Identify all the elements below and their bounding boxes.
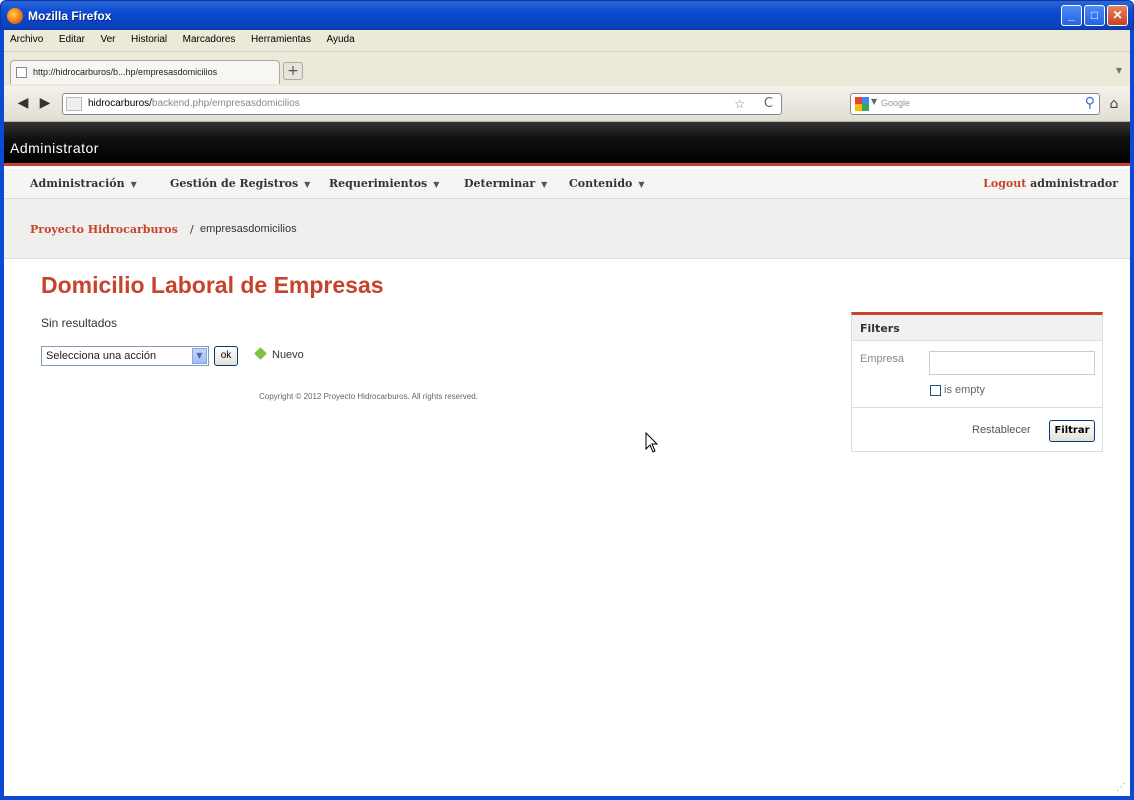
url-path: backend.php/empresasdomicilios (151, 98, 300, 109)
url-host: hidrocarburos/ (88, 98, 152, 109)
nav-label: Requerimientos (329, 177, 428, 190)
filter-submit-button[interactable]: Filtrar (1049, 420, 1095, 442)
mouse-cursor-icon (645, 432, 659, 453)
chevron-down-icon: ▼ (638, 179, 645, 189)
nav-administracion[interactable]: Administración ▼ (30, 177, 137, 190)
filters-title: Filters (860, 322, 900, 335)
chevron-down-icon[interactable]: ▼ (192, 348, 207, 364)
admin-title: Administrator (10, 140, 99, 156)
copyright-text: Copyright © 2012 Proyecto Hidrocarburos.… (259, 392, 478, 401)
nav-label: Administración (30, 177, 125, 190)
batch-action-select[interactable]: Selecciona una acción ▼ (41, 346, 209, 366)
new-tab-button[interactable]: + (283, 62, 303, 80)
search-icon[interactable]: ⚲ (1085, 95, 1095, 111)
new-record-link[interactable]: Nuevo (254, 347, 304, 361)
menu-archivo[interactable]: Archivo (4, 30, 49, 45)
tab-strip: http://hidrocarburos/b...hp/empresasdomi… (4, 52, 1130, 86)
window-title: Mozilla Firefox (28, 9, 112, 23)
search-placeholder: Google (881, 98, 911, 108)
navigation-toolbar: ◀ ▶ hidrocarburos/backend.php/empresasdo… (4, 86, 1130, 122)
nav-determinar[interactable]: Determinar ▼ (464, 177, 547, 190)
page-favicon-icon (16, 67, 27, 78)
empresa-field[interactable] (929, 351, 1095, 375)
chevron-down-icon: ▼ (304, 179, 311, 189)
menu-editar[interactable]: Editar (53, 30, 91, 45)
maximize-button[interactable]: □ (1084, 5, 1105, 26)
minimize-button[interactable]: _ (1061, 5, 1082, 26)
nav-requerimientos[interactable]: Requerimientos ▼ (329, 177, 439, 190)
current-user: administrador (1030, 177, 1118, 190)
menu-herramientas[interactable]: Herramientas (245, 30, 317, 45)
nav-label: Contenido (569, 177, 633, 190)
window-frame-bottom (0, 796, 1134, 800)
add-icon (254, 347, 267, 360)
engine-dropdown-icon[interactable]: ▼ (871, 97, 877, 106)
chevron-down-icon: ▼ (433, 179, 440, 189)
menu-ver[interactable]: Ver (94, 30, 121, 45)
page-content: Administrator Administración ▼ Gestión de… (4, 122, 1130, 796)
forward-button[interactable]: ▶ (36, 93, 54, 115)
no-results-message: Sin resultados (41, 316, 118, 330)
admin-header: Administrator (4, 122, 1130, 166)
breadcrumb-root-link[interactable]: Proyecto Hidrocarburos (30, 223, 178, 236)
chevron-down-icon: ▼ (541, 179, 548, 189)
page-title: Domicilio Laboral de Empresas (41, 272, 384, 298)
breadcrumb: Proyecto Hidrocarburos / empresasdomicil… (4, 199, 1130, 259)
filters-header: Filters (852, 315, 1102, 341)
filters-footer: Restablecer Filtrar (852, 407, 1102, 451)
logout-area: Logout administrador (983, 177, 1118, 190)
reload-icon[interactable]: C (764, 96, 773, 111)
firefox-icon (7, 8, 23, 24)
google-engine-icon[interactable] (855, 97, 869, 111)
tab-empresasdomicilios[interactable]: http://hidrocarburos/b...hp/empresasdomi… (10, 60, 280, 84)
tab-list-arrow-icon[interactable]: ▼ (1116, 66, 1122, 75)
url-bar[interactable]: hidrocarburos/backend.php/empresasdomici… (62, 93, 782, 115)
nav-label: Determinar (464, 177, 536, 190)
batch-action-value: Selecciona una acción (46, 350, 157, 362)
home-button[interactable]: ⌂ (1104, 94, 1124, 114)
main-navigation: Administración ▼ Gestión de Registros ▼ Re… (4, 169, 1130, 199)
close-button[interactable]: ✕ (1107, 5, 1128, 26)
batch-ok-button[interactable]: ok (214, 346, 238, 366)
menu-historial[interactable]: Historial (125, 30, 173, 45)
tab-label: http://hidrocarburos/b...hp/empresasdomi… (33, 67, 218, 77)
window-frame-right (1130, 30, 1134, 800)
menubar: Archivo Editar Ver Historial Marcadores … (4, 30, 1130, 52)
nav-contenido[interactable]: Contenido ▼ (569, 177, 645, 190)
back-button[interactable]: ◀ (12, 93, 34, 115)
site-identity-icon[interactable] (66, 97, 82, 111)
url-text[interactable]: hidrocarburos/backend.php/empresasdomici… (88, 98, 300, 109)
resize-grip-icon[interactable]: ⋰ (1116, 782, 1128, 794)
menu-ayuda[interactable]: Ayuda (320, 30, 360, 45)
search-bar[interactable]: ▼ Google ⚲ (850, 93, 1100, 115)
chevron-down-icon: ▼ (130, 179, 137, 189)
breadcrumb-separator: / (190, 223, 194, 236)
menu-marcadores[interactable]: Marcadores (177, 30, 242, 45)
breadcrumb-current: empresasdomicilios (200, 223, 297, 235)
nav-label: Gestión de Registros (170, 177, 299, 190)
bookmark-star-icon[interactable]: ☆ (734, 97, 745, 111)
empresa-label: Empresa (860, 353, 905, 365)
is-empty-checkbox[interactable] (930, 385, 941, 396)
nav-gestion-registros[interactable]: Gestión de Registros ▼ (170, 177, 310, 190)
logout-link[interactable]: Logout (983, 177, 1026, 190)
filters-panel: Filters Empresa is empty Restablecer Fil… (851, 312, 1103, 452)
window-titlebar[interactable]: Mozilla Firefox _ □ ✕ (0, 0, 1134, 30)
reset-filters-link[interactable]: Restablecer (972, 424, 1031, 436)
is-empty-label: is empty (944, 384, 985, 396)
new-record-label: Nuevo (272, 349, 304, 361)
